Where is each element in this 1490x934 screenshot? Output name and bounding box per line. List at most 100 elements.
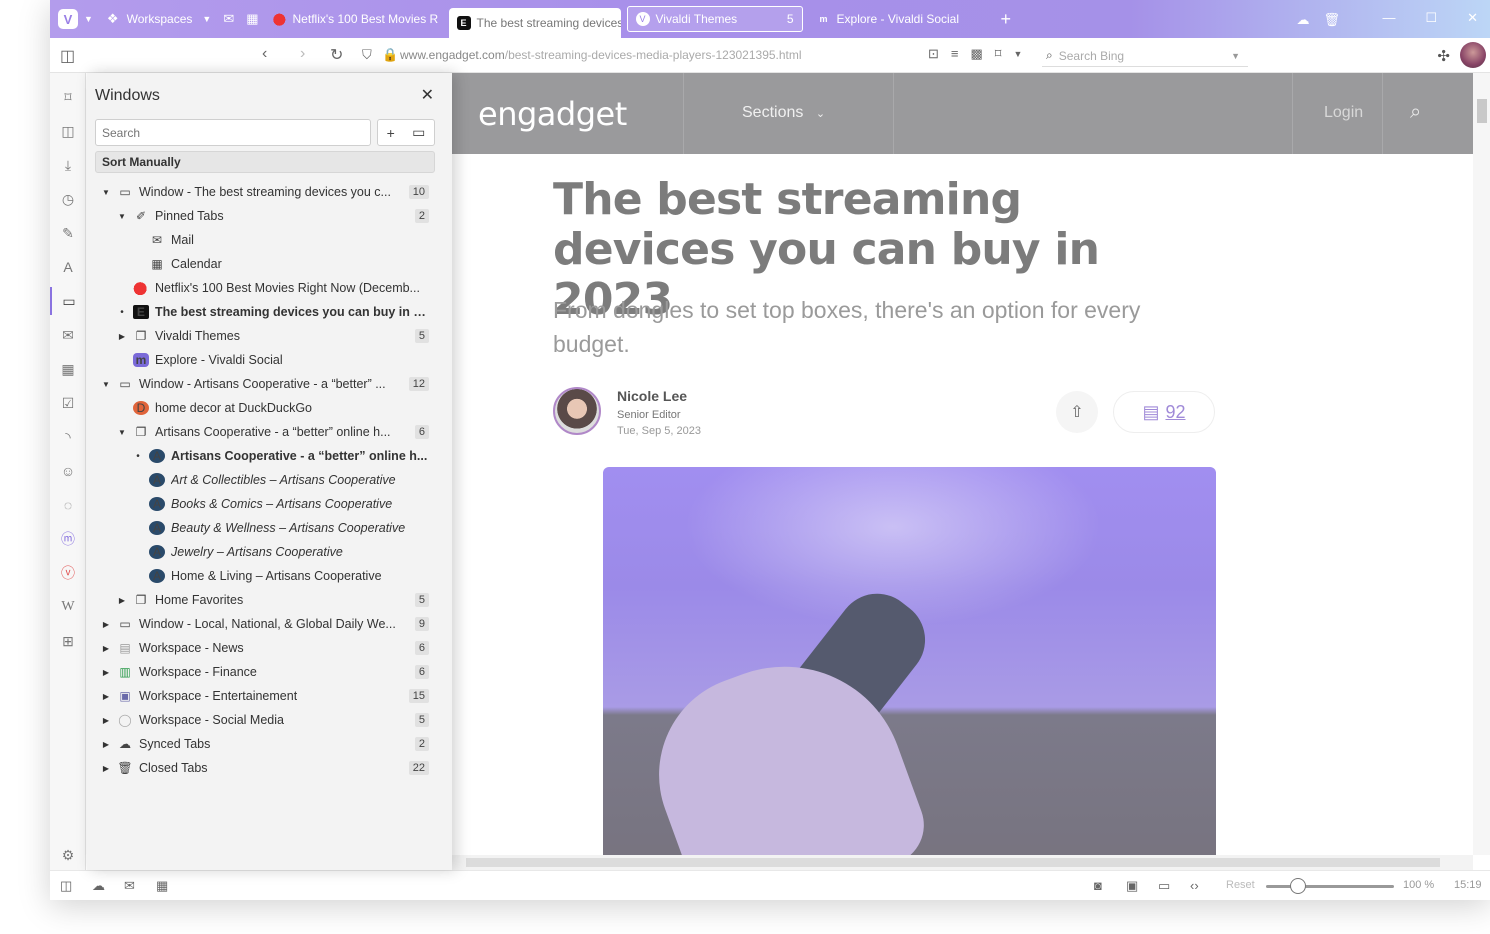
back-icon[interactable]: ‹	[262, 45, 267, 63]
collapsed-triangle-icon[interactable]: ▶	[101, 668, 111, 677]
calendar-icon[interactable]: ▦	[156, 878, 168, 894]
shield-icon[interactable]: ⛉	[362, 47, 372, 63]
cloud-icon[interactable]: ☁	[92, 878, 105, 894]
chevron-down-icon[interactable]: ▼	[84, 14, 93, 24]
chevron-down-icon[interactable]: ▼	[1013, 49, 1022, 62]
tasks-icon[interactable]: ☑	[50, 389, 86, 417]
tiling-icon[interactable]: ▭	[1158, 878, 1170, 894]
extensions-icon[interactable]: ✣	[1437, 47, 1450, 65]
reload-icon[interactable]: ↻	[330, 45, 343, 65]
lock-icon[interactable]: 🔒	[382, 47, 398, 63]
translate-icon[interactable]: A	[50, 253, 86, 281]
tree-row-workspace[interactable]: ▶ ▣ Workspace - Entertainement 15	[101, 684, 429, 708]
tab-netflix[interactable]: Netflix's 100 Best Movies R	[265, 6, 443, 32]
zoom-reset-button[interactable]: Reset	[1226, 879, 1255, 891]
add-panel-icon[interactable]: ⊞	[50, 627, 86, 655]
panel-toggle-icon[interactable]: ◫	[60, 46, 75, 66]
minimize-icon[interactable]: —	[1382, 10, 1395, 26]
camera-icon[interactable]: ◙	[1094, 878, 1102, 893]
close-icon[interactable]: ✕	[421, 85, 434, 105]
mail-icon[interactable]: ✉	[223, 11, 234, 27]
tree-row-stack[interactable]: ▼ ❐ Artisans Cooperative - a “better” on…	[117, 420, 429, 444]
share-button[interactable]: ⇧	[1056, 391, 1098, 433]
author-avatar[interactable]	[553, 387, 601, 435]
bookmark-icon[interactable]: ⌑	[995, 46, 1002, 62]
profile-avatar[interactable]	[1460, 42, 1486, 68]
expanded-triangle-icon[interactable]: ▼	[101, 188, 111, 197]
tree-row-window[interactable]: ▶ ▭ Window - Local, National, & Global D…	[101, 612, 429, 636]
author-name[interactable]: Nicole Lee	[617, 388, 687, 404]
collapsed-triangle-icon[interactable]: ▶	[101, 692, 111, 701]
collapsed-triangle-icon[interactable]: ▶	[101, 620, 111, 629]
zoom-slider-knob[interactable]	[1290, 878, 1306, 894]
qr-code-icon[interactable]: ▩	[971, 46, 983, 62]
mail-icon[interactable]: ✉	[50, 321, 86, 349]
expanded-triangle-icon[interactable]: ▼	[101, 380, 111, 389]
windows-icon[interactable]: ▭	[50, 287, 86, 315]
close-icon[interactable]: ✕	[1467, 10, 1478, 26]
tree-row-stack[interactable]: ▶ ❐ Home Favorites 5	[117, 588, 429, 612]
new-tab-button[interactable]: +	[1001, 9, 1012, 30]
tree-row-window[interactable]: ▼ ▭ Window - Artisans Cooperative - a “b…	[101, 372, 429, 396]
tree-row-tab[interactable]: D home decor at DuckDuckGo	[127, 396, 429, 420]
collapsed-triangle-icon[interactable]: ▶	[101, 716, 111, 725]
tree-row-tab[interactable]: A Art & Collectibles – Artisans Cooperat…	[143, 468, 429, 492]
search-engine-field[interactable]: ⌕ Search Bing ▼	[1042, 45, 1248, 67]
cloud-icon[interactable]: ☁	[1296, 12, 1309, 28]
maximize-icon[interactable]: ☐	[1425, 10, 1437, 26]
sections-menu[interactable]: Sections ⌄	[742, 104, 825, 122]
vivaldi-menu-button[interactable]: V	[58, 9, 78, 29]
collapsed-triangle-icon[interactable]: ▶	[101, 644, 111, 653]
feed-icon[interactable]: ⊡	[928, 46, 939, 62]
panel-search-input[interactable]	[95, 119, 371, 146]
tree-row-tab[interactable]: A Jewelry – Artisans Cooperative	[143, 540, 429, 564]
tree-row-pinned[interactable]: ▼ ✐ Pinned Tabs 2	[117, 204, 429, 228]
sort-dropdown[interactable]: Sort Manually	[95, 151, 435, 173]
feeds-icon[interactable]: ◝	[50, 423, 86, 451]
reader-icon[interactable]: ≡	[951, 46, 959, 62]
contacts-icon[interactable]: ☺	[50, 457, 86, 485]
horizontal-scrollbar[interactable]	[452, 855, 1473, 870]
history-icon[interactable]: ◷	[50, 185, 86, 213]
scrollbar-thumb[interactable]	[1477, 99, 1487, 123]
site-logo[interactable]: engadget	[478, 95, 627, 133]
tree-row-window[interactable]: ▼ ▭ Window - The best streaming devices …	[101, 180, 429, 204]
tab-vivaldi-themes[interactable]: V Vivaldi Themes 5	[626, 6, 803, 32]
reading-list-icon[interactable]: ◫	[50, 117, 86, 145]
tree-row-tab[interactable]: ✉ Mail	[143, 228, 429, 252]
tree-row-workspace[interactable]: ▶ ▤ Workspace - News 6	[101, 636, 429, 660]
collapsed-triangle-icon[interactable]: ▶	[117, 332, 127, 341]
search-icon[interactable]: ⌕	[1410, 101, 1421, 124]
tree-row-stack[interactable]: ▶ ❐ Vivaldi Themes 5	[117, 324, 429, 348]
tree-row-tab[interactable]: m Explore - Vivaldi Social	[127, 348, 429, 372]
calendar-icon[interactable]: ▦	[50, 355, 86, 383]
wikipedia-icon[interactable]: W	[50, 593, 86, 621]
downloads-icon[interactable]: ⤓	[50, 151, 86, 179]
tree-row-closed[interactable]: ▶ 🗑 Closed Tabs 22	[101, 756, 429, 780]
new-window-icon[interactable]: ▭	[412, 124, 425, 141]
url-field[interactable]: www.engadget.com/best-streaming-devices-…	[400, 48, 802, 62]
trash-icon[interactable]: 🗑	[1323, 12, 1340, 28]
code-icon[interactable]: ‹›	[1190, 878, 1199, 893]
add-icon[interactable]: +	[387, 125, 395, 141]
tree-row-tab-active[interactable]: • A Artisans Cooperative - a “better” on…	[133, 444, 429, 468]
tree-row-tab-active[interactable]: • E The best streaming devices you can b…	[117, 300, 429, 324]
collapsed-triangle-icon[interactable]: ▶	[117, 596, 127, 605]
panel-toggle-icon[interactable]: ◫	[60, 878, 72, 894]
settings-icon[interactable]: ⚙	[50, 841, 86, 869]
scrollbar-thumb[interactable]	[466, 858, 1440, 867]
tab-engadget[interactable]: E The best streaming devices	[448, 8, 621, 38]
forward-icon[interactable]: ›	[300, 45, 305, 63]
tree-row-workspace[interactable]: ▶ ▥ Workspace - Finance 6	[101, 660, 429, 684]
tree-row-tab[interactable]: A Beauty & Wellness – Artisans Cooperati…	[143, 516, 429, 540]
calendar-icon[interactable]: ▦	[246, 11, 258, 27]
mail-icon[interactable]: ✉	[124, 878, 135, 894]
zoom-slider[interactable]	[1266, 885, 1394, 888]
comments-button[interactable]: ▤ 92	[1113, 391, 1215, 433]
collapsed-triangle-icon[interactable]: ▶	[101, 764, 111, 773]
vivaldi-icon[interactable]: ⓥ	[50, 559, 86, 587]
tree-row-tab[interactable]: ▦ Calendar	[143, 252, 429, 276]
notes-icon[interactable]: ✎	[50, 219, 86, 247]
expanded-triangle-icon[interactable]: ▼	[117, 428, 127, 437]
tree-row-tab[interactable]: A Home & Living – Artisans Cooperative	[143, 564, 429, 588]
